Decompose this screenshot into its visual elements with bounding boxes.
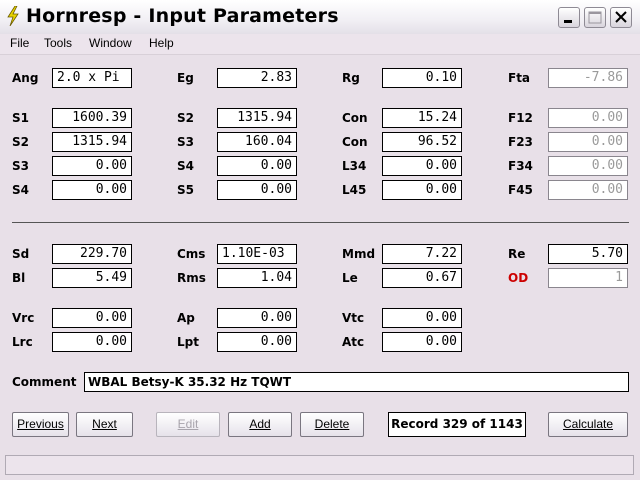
s4-seg4-field[interactable]: 0.00 — [52, 180, 132, 200]
label-re: Re — [508, 247, 526, 261]
label-comment: Comment — [12, 375, 77, 389]
label-mmd: Mmd — [342, 247, 376, 261]
con-1-field[interactable]: 15.24 — [382, 108, 462, 128]
fta-field: -7.86 — [548, 68, 628, 88]
status-bar — [5, 455, 634, 475]
minimize-button[interactable] — [558, 7, 580, 28]
eg-field[interactable]: 2.83 — [217, 68, 297, 88]
bl-field[interactable]: 5.49 — [52, 268, 132, 288]
label-sd: Sd — [12, 247, 30, 261]
delete-button[interactable]: Delete — [300, 412, 364, 437]
label-s2-seg2: S2 — [12, 135, 29, 149]
calculate-button[interactable]: Calculate — [548, 412, 628, 437]
label-s3: S3 — [177, 135, 194, 149]
maximize-icon — [588, 11, 602, 24]
label-f23: F23 — [508, 135, 533, 149]
label-lrc: Lrc — [12, 335, 33, 349]
f23-field: 0.00 — [548, 132, 628, 152]
vrc-field[interactable]: 0.00 — [52, 308, 132, 328]
label-s4: S4 — [177, 159, 194, 173]
window-title: Hornresp - Input Parameters — [26, 5, 339, 27]
title-bar[interactable]: Hornresp - Input Parameters — [0, 0, 640, 35]
label-vtc: Vtc — [342, 311, 365, 325]
ap-field[interactable]: 0.00 — [217, 308, 297, 328]
con-2-field[interactable]: 96.52 — [382, 132, 462, 152]
label-rg: Rg — [342, 71, 360, 85]
cms-field[interactable]: 1.10E-03 — [217, 244, 297, 264]
s2-field[interactable]: 1315.94 — [217, 108, 297, 128]
label-s1: S1 — [12, 111, 29, 125]
label-s5: S5 — [177, 183, 194, 197]
label-le: Le — [342, 271, 358, 285]
rms-field[interactable]: 1.04 — [217, 268, 297, 288]
label-lpt: Lpt — [177, 335, 199, 349]
label-con-1: Con — [342, 111, 368, 125]
label-s4-seg4: S4 — [12, 183, 29, 197]
f45-field: 0.00 — [548, 180, 628, 200]
atc-field[interactable]: 0.00 — [382, 332, 462, 352]
label-f12: F12 — [508, 111, 533, 125]
label-bl: Bl — [12, 271, 26, 285]
ang-field[interactable]: 2.0 x Pi — [52, 68, 132, 88]
close-button[interactable] — [610, 7, 632, 28]
next-button[interactable]: Next — [76, 412, 133, 437]
label-ap: Ap — [177, 311, 195, 325]
rg-field[interactable]: 0.10 — [382, 68, 462, 88]
label-f34: F34 — [508, 159, 533, 173]
label-fta: Fta — [508, 71, 531, 85]
lpt-field[interactable]: 0.00 — [217, 332, 297, 352]
add-button[interactable]: Add — [228, 412, 292, 437]
lrc-field[interactable]: 0.00 — [52, 332, 132, 352]
menu-bar: File Tools Window Help — [0, 34, 640, 55]
label-l34: L34 — [342, 159, 367, 173]
record-counter: Record 329 of 1143 — [388, 412, 526, 437]
label-s3-seg3: S3 — [12, 159, 29, 173]
s3-field[interactable]: 160.04 — [217, 132, 297, 152]
s2-seg2-field[interactable]: 1315.94 — [52, 132, 132, 152]
l34-field[interactable]: 0.00 — [382, 156, 462, 176]
section-divider — [12, 222, 629, 223]
label-l45: L45 — [342, 183, 367, 197]
vtc-field[interactable]: 0.00 — [382, 308, 462, 328]
label-cms: Cms — [177, 247, 206, 261]
s3-seg3-field[interactable]: 0.00 — [52, 156, 132, 176]
previous-button[interactable]: Previous — [12, 412, 69, 437]
label-atc: Atc — [342, 335, 365, 349]
hornresp-window: Hornresp - Input Parameters File Tools W… — [0, 0, 640, 480]
label-f45: F45 — [508, 183, 533, 197]
le-field[interactable]: 0.67 — [382, 268, 462, 288]
f12-field: 0.00 — [548, 108, 628, 128]
s4-field[interactable]: 0.00 — [217, 156, 297, 176]
edit-button[interactable]: Edit — [156, 412, 220, 437]
close-icon — [615, 11, 627, 23]
label-ang: Ang — [12, 71, 39, 85]
label-eg: Eg — [177, 71, 194, 85]
menu-tools[interactable]: Tools — [44, 36, 72, 50]
minimize-icon — [564, 20, 572, 23]
mmd-field[interactable]: 7.22 — [382, 244, 462, 264]
label-rms: Rms — [177, 271, 206, 285]
comment-field[interactable]: WBAL Betsy-K 35.32 Hz TQWT — [84, 372, 629, 392]
od-field: 1 — [548, 268, 628, 288]
menu-window[interactable]: Window — [89, 36, 132, 50]
lightning-app-icon — [7, 6, 19, 26]
maximize-button[interactable] — [584, 7, 606, 28]
label-s2: S2 — [177, 111, 194, 125]
l45-field[interactable]: 0.00 — [382, 180, 462, 200]
label-vrc: Vrc — [12, 311, 35, 325]
s1-field[interactable]: 1600.39 — [52, 108, 132, 128]
sd-field[interactable]: 229.70 — [52, 244, 132, 264]
label-od: OD — [508, 271, 529, 285]
re-field[interactable]: 5.70 — [548, 244, 628, 264]
s5-field[interactable]: 0.00 — [217, 180, 297, 200]
f34-field: 0.00 — [548, 156, 628, 176]
label-con-2: Con — [342, 135, 368, 149]
menu-file[interactable]: File — [10, 36, 29, 50]
menu-help[interactable]: Help — [149, 36, 174, 50]
